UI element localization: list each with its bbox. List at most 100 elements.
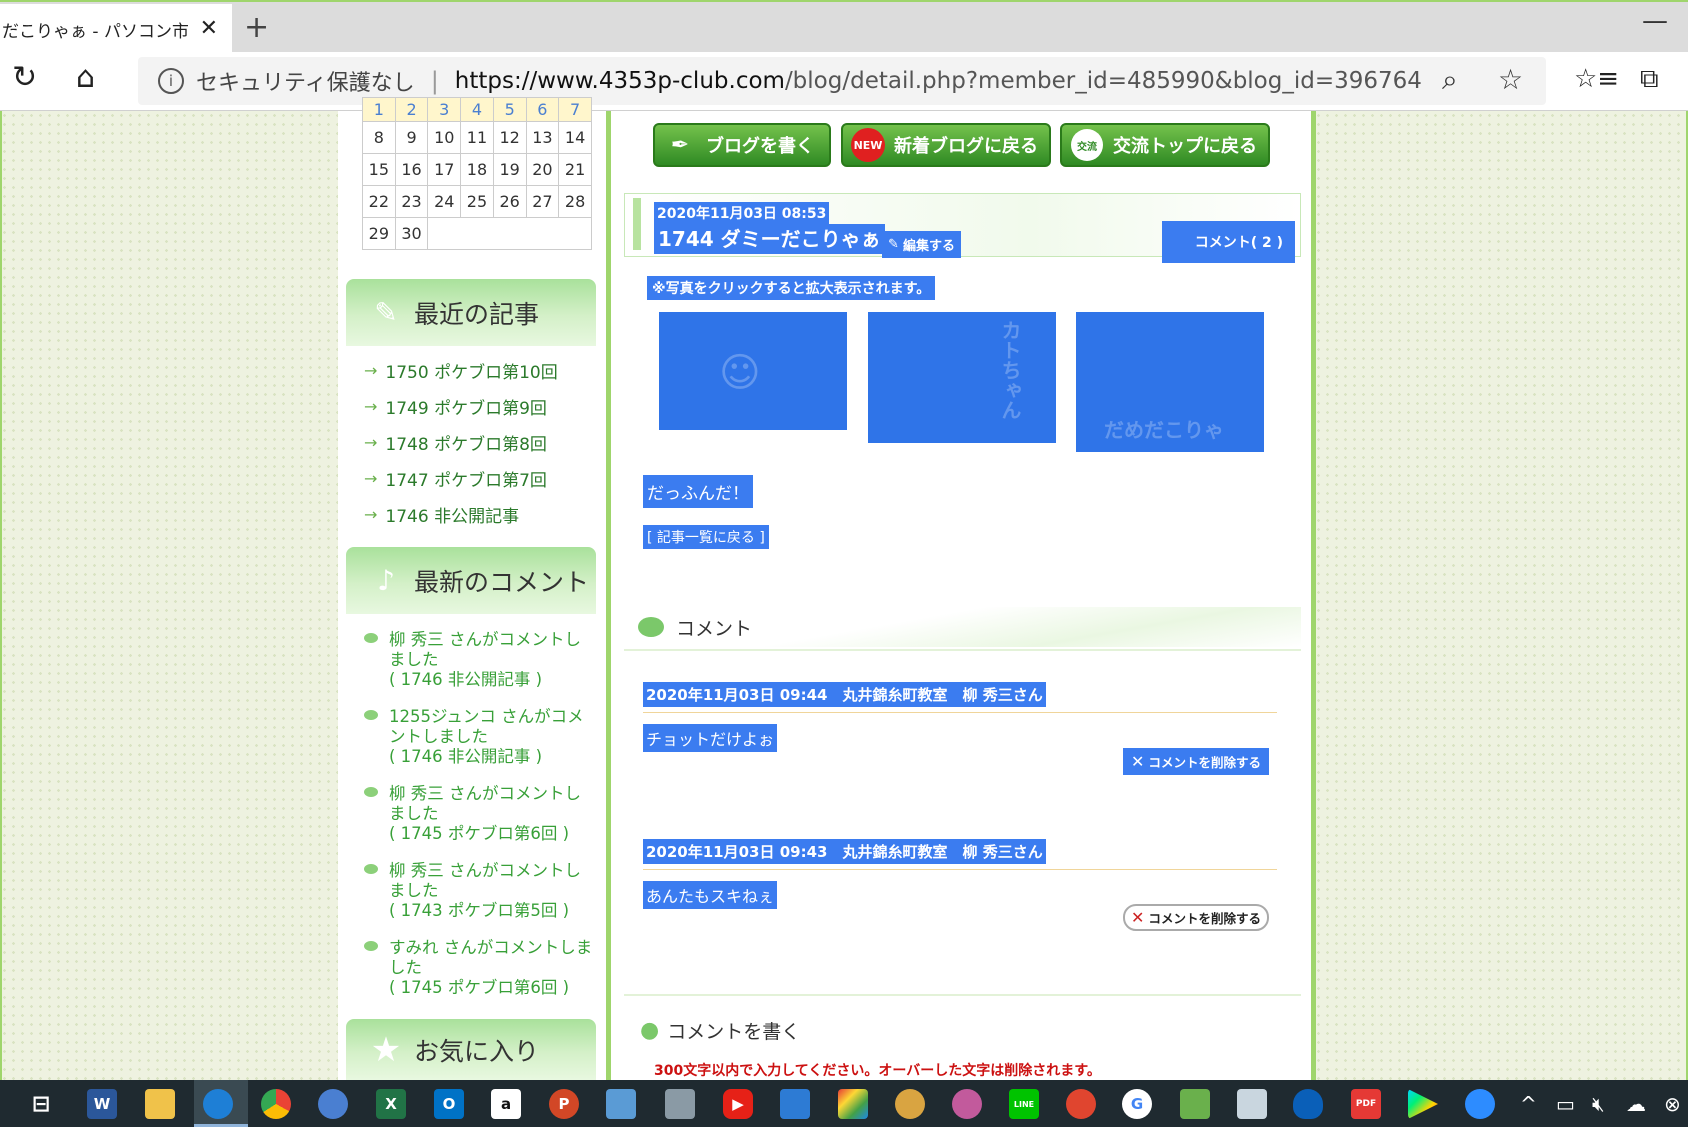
favorite-star-icon[interactable]: ☆: [1498, 63, 1523, 96]
comment-meta: 2020年11月03日 09:43 丸井錦糸町教室 柳 秀三さん: [643, 839, 1046, 864]
recent-article-link[interactable]: 1746 非公開記事: [385, 502, 519, 527]
browser-tab[interactable]: だこりゃぁ - パソコン市民講 ✕: [0, 4, 232, 54]
chrome-icon[interactable]: [261, 1089, 291, 1119]
recent-article-item[interactable]: → 1749 ポケブロ第9回: [364, 388, 594, 424]
delete-comment-button[interactable]: ✕ コメントを削除する: [1123, 904, 1269, 931]
photo-3[interactable]: だめだこりゃ: [1076, 312, 1264, 452]
photo-1[interactable]: ☺: [659, 312, 847, 430]
favorites-list-icon[interactable]: ☆≡: [1574, 64, 1619, 94]
arrow-right-icon: →: [364, 432, 378, 452]
speaker-muted-icon[interactable]: 🔇︎: [1592, 1092, 1605, 1116]
paint-icon[interactable]: [895, 1089, 925, 1119]
latest-comment-text[interactable]: すみれ さんがコメントしました: [389, 938, 594, 978]
photos-icon[interactable]: [780, 1089, 810, 1119]
latest-comment-ref[interactable]: ( 1743 ポケブロ第5回 ): [389, 901, 594, 921]
latest-comment-item[interactable]: 1255ジュンコ さんがコメントしました( 1746 非公開記事 ): [364, 707, 594, 767]
minimize-button[interactable]: —: [1642, 6, 1668, 36]
latest-comment-ref[interactable]: ( 1746 非公開記事 ): [389, 670, 594, 690]
latest-comment-text[interactable]: 1255ジュンコ さんがコメントしました: [389, 707, 594, 747]
maps-icon[interactable]: [1180, 1089, 1210, 1119]
latest-comment-ref[interactable]: ( 1746 非公開記事 ): [389, 747, 594, 767]
outlook-icon[interactable]: O: [434, 1089, 464, 1119]
pencil-small-icon: ✎: [888, 237, 899, 252]
control-panel-icon[interactable]: [606, 1089, 636, 1119]
recent-article-item[interactable]: → 1747 ポケブロ第7回: [364, 460, 594, 496]
separator: |: [430, 67, 439, 95]
recent-article-item[interactable]: → 1746 非公開記事: [364, 496, 594, 532]
photo-2[interactable]: カトちゃん: [868, 312, 1056, 443]
speech-bubble-icon: [364, 710, 378, 720]
onedrive-icon[interactable]: [1293, 1089, 1323, 1119]
recent-article-link[interactable]: 1749 ポケブロ第9回: [385, 394, 546, 419]
calendar-day: 15: [362, 153, 396, 186]
word-icon[interactable]: W: [87, 1089, 117, 1119]
youtube-icon[interactable]: ▶: [723, 1089, 753, 1119]
line-icon[interactable]: LINE: [1009, 1089, 1039, 1119]
comment-write-icon: ●: [640, 1018, 660, 1043]
latest-comment-ref[interactable]: ( 1745 ポケブロ第6回 ): [389, 824, 594, 844]
latest-comment-item[interactable]: 柳 秀三 さんがコメントしました( 1743 ポケブロ第5回 ): [364, 861, 594, 921]
paint-3d-icon[interactable]: [952, 1089, 982, 1119]
comment-text: あんたもスキねぇ: [643, 881, 778, 909]
speech-bubble-icon: [364, 864, 378, 874]
comment-count-button[interactable]: コメント( 2 ): [1162, 221, 1295, 263]
home-icon[interactable]: ⌂: [76, 60, 95, 95]
latest-comment-text[interactable]: 柳 秀三 さんがコメントしました: [389, 630, 594, 670]
refresh-icon[interactable]: ↻: [12, 60, 37, 95]
delete-comment-button[interactable]: ✕ コメントを削除する: [1123, 748, 1269, 775]
calendar-row: 29 30: [362, 217, 592, 250]
cloud-icon[interactable]: ☁: [1626, 1092, 1646, 1116]
calendar-day[interactable]: 2: [394, 97, 429, 122]
file-explorer-icon[interactable]: [145, 1089, 175, 1119]
battery-icon[interactable]: ▭: [1556, 1092, 1575, 1116]
close-tab-icon[interactable]: ✕: [200, 16, 218, 41]
latest-comment-ref[interactable]: ( 1745 ポケブロ第6回 ): [389, 978, 594, 998]
new-tab-button[interactable]: +: [244, 10, 269, 45]
latest-comment-text[interactable]: 柳 秀三 さんがコメントしました: [389, 861, 594, 901]
address-bar[interactable]: i セキュリティ保護なし | https://www.4353p-club.co…: [138, 57, 1546, 105]
google-icon[interactable]: G: [1122, 1089, 1152, 1119]
excel-icon[interactable]: X: [376, 1089, 406, 1119]
info-icon[interactable]: i: [158, 68, 184, 94]
task-view-icon[interactable]: ⊟: [26, 1089, 56, 1119]
write-comment-title: コメントを書く: [667, 1021, 801, 1043]
write-blog-button[interactable]: ✒ ブログを書く: [653, 123, 831, 167]
latest-comment-item[interactable]: すみれ さんがコメントしました( 1745 ポケブロ第6回 ): [364, 938, 594, 998]
community-top-button[interactable]: 交流 交流トップに戻る: [1060, 123, 1270, 167]
latest-comment-text[interactable]: 柳 秀三 さんがコメントしました: [389, 784, 594, 824]
mail-tray-icon[interactable]: [1237, 1089, 1267, 1119]
recent-article-link[interactable]: 1750 ポケブロ第10回: [385, 358, 557, 383]
recent-article-item[interactable]: → 1748 ポケブロ第8回: [364, 424, 594, 460]
url-text[interactable]: https://www.4353p-club.com/blog/detail.p…: [455, 68, 1422, 94]
recent-article-link[interactable]: 1748 ポケブロ第8回: [385, 430, 546, 455]
new-blogs-button[interactable]: NEW 新着ブログに戻る: [841, 123, 1051, 167]
printer-icon[interactable]: [665, 1089, 695, 1119]
latest-comment-item[interactable]: 柳 秀三 さんがコメントしました( 1745 ポケブロ第6回 ): [364, 784, 594, 844]
recent-article-link[interactable]: 1747 ポケブロ第7回: [385, 466, 546, 491]
colorful-app-icon[interactable]: [838, 1089, 868, 1119]
latest-comment-item[interactable]: 柳 秀三 さんがコメントしました( 1746 非公開記事 ): [364, 630, 594, 690]
close-circle-icon[interactable]: ⊗: [1664, 1092, 1681, 1116]
play-store-icon[interactable]: [1408, 1089, 1438, 1119]
write-comment-header: ● コメントを書く: [640, 1017, 800, 1044]
edge-icon[interactable]: [203, 1089, 233, 1119]
calendar-day[interactable]: 5: [492, 97, 527, 122]
zoom-app-icon[interactable]: [1465, 1089, 1495, 1119]
calendar-day[interactable]: 4: [460, 97, 494, 122]
amazon-icon[interactable]: a: [491, 1089, 521, 1119]
chevron-up-icon[interactable]: ^: [1520, 1092, 1537, 1116]
edit-button[interactable]: ✎ 編集する: [882, 231, 961, 258]
powerpoint-icon[interactable]: P: [549, 1089, 579, 1119]
collections-icon[interactable]: ⧉: [1640, 64, 1659, 95]
calendar-day[interactable]: 3: [427, 97, 462, 122]
recent-article-item[interactable]: → 1750 ポケブロ第10回: [364, 352, 594, 388]
game-icon[interactable]: [1066, 1089, 1096, 1119]
zoom-icon[interactable]: ⌕: [1442, 63, 1458, 97]
people-icon[interactable]: [318, 1089, 348, 1119]
calendar-day[interactable]: 1: [362, 97, 396, 122]
back-to-list-link[interactable]: [ 記事一覧に戻る ]: [643, 525, 769, 549]
pdf-png-icon[interactable]: PDF: [1351, 1089, 1381, 1119]
edit-label: 編集する: [902, 239, 955, 254]
comment-count-label: コメント( 2 ): [1194, 235, 1283, 251]
calendar-day: 12: [492, 121, 527, 154]
